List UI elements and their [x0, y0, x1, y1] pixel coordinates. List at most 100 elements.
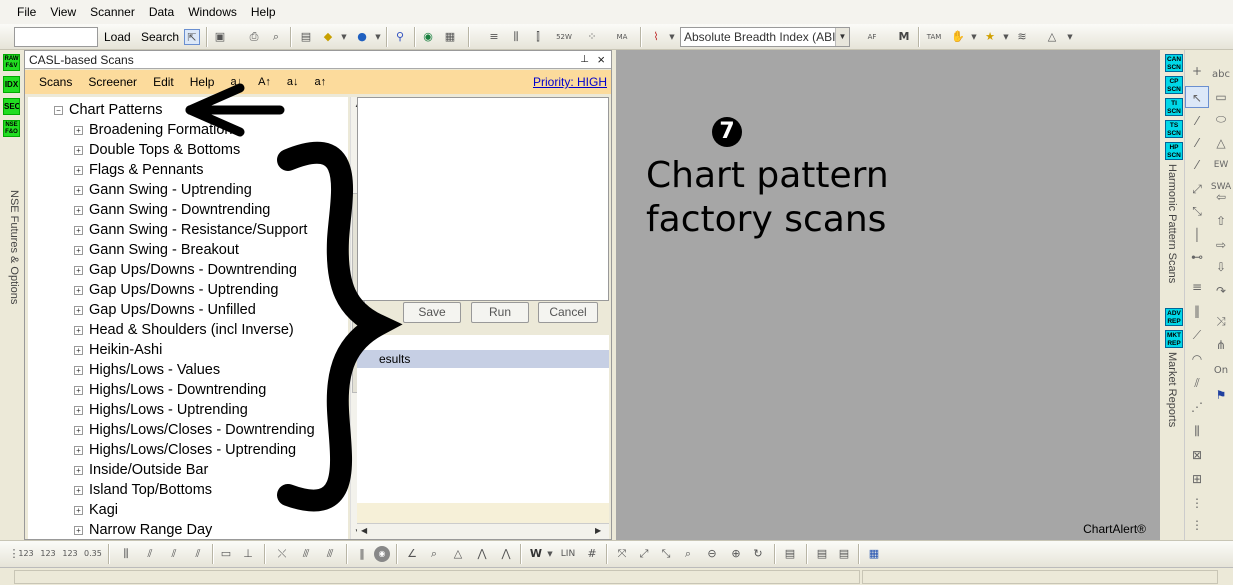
cancel-button[interactable]: Cancel [538, 302, 598, 323]
mkt-rep-button[interactable]: MKT REP [1165, 330, 1183, 348]
scale-log-icon[interactable]: 123 [40, 546, 56, 562]
hlc-icon[interactable]: ⫽ [190, 546, 206, 562]
adv-rep-button[interactable]: ADV REP [1165, 308, 1183, 326]
scroll-left-icon[interactable]: ◀ [361, 526, 367, 535]
on-toggle[interactable]: On [1209, 360, 1233, 382]
tree-item[interactable]: + Gann Swing - Breakout [74, 240, 239, 260]
panel-menu-edit[interactable]: Edit [145, 75, 182, 89]
vertical-lines-icon[interactable]: ‖ [1185, 300, 1209, 322]
ellipse-icon[interactable]: ⬭ [1209, 108, 1233, 130]
report-icon[interactable]: ▤ [836, 546, 852, 562]
scale-pct-icon[interactable]: 123 [62, 546, 78, 562]
menu-data[interactable]: Data [142, 0, 181, 24]
scroll-right-icon[interactable]: ▶ [595, 526, 601, 535]
nse-fo-button[interactable]: NSE F&O [3, 120, 20, 137]
results-hscrollbar[interactable]: ◀ ▶ [357, 523, 609, 539]
idx-button[interactable]: IDX [3, 76, 20, 93]
menu-windows[interactable]: Windows [181, 0, 244, 24]
triangle-tool-icon[interactable]: △ [1209, 132, 1233, 154]
diamond-icon[interactable]: ◆ [320, 29, 336, 45]
tree-root-chart-patterns[interactable]: − Chart Patterns [54, 100, 163, 120]
grid-toggle-icon[interactable]: # [584, 546, 600, 562]
arrow-right-icon[interactable]: ⇨ [1209, 234, 1233, 256]
pointer-icon[interactable]: ↖ [1185, 86, 1209, 108]
panel-menu-scans[interactable]: Scans [31, 75, 80, 89]
channel-icon[interactable]: ⤢ [1185, 178, 1209, 200]
font-down-icon[interactable]: a↓ [279, 76, 307, 88]
link-icon[interactable]: ⚲ [392, 29, 408, 45]
can-scn-button[interactable]: CAN SCN [1165, 54, 1183, 72]
save-button[interactable]: Save [403, 302, 461, 323]
scatter-icon[interactable]: ⁘ [584, 29, 600, 45]
chevron-down-icon[interactable]: ▼ [998, 29, 1014, 45]
zoom-icon[interactable]: ⌕ [680, 546, 696, 562]
tree-item[interactable]: + Highs/Lows - Downtrending [74, 380, 266, 400]
tree-item[interactable]: + Island Top/Bottoms [74, 480, 212, 500]
tree-item[interactable]: + Highs/Lows/Closes - Downtrending [74, 420, 315, 440]
hand-icon[interactable]: ✋ [950, 29, 966, 45]
expand-icon[interactable]: + [74, 525, 83, 535]
expand-icon[interactable]: + [74, 345, 83, 355]
fib-time-icon[interactable]: ⋮ [1185, 514, 1209, 536]
print-icon[interactable]: ⎙ [246, 29, 262, 45]
search-button[interactable]: Search [141, 30, 179, 44]
tree-item[interactable]: + Gann Swing - Downtrending [74, 200, 270, 220]
chevron-down-icon[interactable]: ▼ [966, 29, 982, 45]
ew-swa-icon[interactable]: EW SWA [1209, 154, 1233, 192]
chevron-down-icon[interactable]: ▼ [664, 29, 680, 45]
star-icon[interactable]: ★ [982, 29, 998, 45]
tree-item[interactable]: + Flags & Pennants [74, 160, 203, 180]
tree-item[interactable]: + Gap Ups/Downs - Uptrending [74, 280, 278, 300]
refresh-icon[interactable]: ↻ [750, 546, 766, 562]
line-icon[interactable]: ⫽ [166, 546, 182, 562]
tree-item[interactable]: + Kagi [74, 500, 118, 520]
chevron-down-icon[interactable]: ▼ [336, 29, 352, 45]
chart-zoom-icon[interactable]: ⌕ [426, 546, 442, 562]
expand-icon[interactable]: + [74, 265, 83, 275]
gann-fan-icon[interactable]: ⋰ [1185, 396, 1209, 418]
expand-icon[interactable]: + [74, 205, 83, 215]
indicator-select[interactable]: Absolute Breadth Index (ABI ▼ [680, 27, 850, 47]
close-icon[interactable]: × [597, 51, 605, 69]
help-circle-icon[interactable]: ◉ [374, 546, 390, 562]
menu-view[interactable]: View [43, 0, 83, 24]
shrink-icon[interactable]: ⤡ [658, 546, 674, 562]
bars-icon[interactable]: ⫼ [118, 546, 134, 562]
print-preview-icon[interactable]: ⌕ [268, 29, 284, 45]
results-list[interactable] [357, 368, 609, 503]
expand-icon[interactable]: + [74, 425, 83, 435]
abcd-icon[interactable]: ⤨ [1209, 310, 1233, 332]
load-button[interactable]: Load [104, 30, 131, 44]
notes-icon[interactable]: ▤ [782, 546, 798, 562]
arrow-left-icon[interactable]: ⇦ [1209, 186, 1233, 208]
tree-item[interactable]: + Double Tops & Bottoms [74, 140, 240, 160]
chevron-down-icon[interactable]: ▼ [835, 28, 849, 46]
indicator-icon[interactable]: ≡ [486, 29, 502, 45]
ti-scn-button[interactable]: TI SCN [1165, 98, 1183, 116]
panel-menu-screener[interactable]: Screener [80, 75, 145, 89]
crosshair-icon[interactable]: + [1185, 60, 1209, 82]
pointer-tool-icon[interactable]: ⇱ [184, 29, 200, 45]
expand-icon[interactable]: + [74, 405, 83, 415]
tree-item[interactable]: + Narrow Range Day [74, 520, 212, 539]
horizontal-lines-icon[interactable]: ≡ [1185, 276, 1209, 298]
zoom-out-icon[interactable]: ⊖ [704, 546, 720, 562]
crosshair-bottom-icon[interactable]: ⤬ [274, 546, 290, 562]
52w-hilo-icon[interactable]: 52W [556, 29, 572, 45]
bar-chart-icon[interactable]: ⫼ [508, 29, 524, 45]
cycles-icon[interactable]: ⫼ [1185, 420, 1209, 442]
abc-pattern-icon[interactable]: ⋀ [474, 546, 490, 562]
trendline-icon[interactable]: ⁄ [1185, 110, 1209, 132]
ma-icon[interactable]: MA [614, 29, 630, 45]
scan-editor[interactable] [357, 97, 609, 301]
pin-icon[interactable]: ⊥ [580, 51, 589, 69]
grid-icon[interactable]: ⊞ [1185, 468, 1209, 490]
sort-down-icon[interactable]: a↓ [222, 76, 250, 88]
expand-icon[interactable]: + [74, 285, 83, 295]
expand-icon[interactable]: + [74, 385, 83, 395]
sweep-icon[interactable]: ⫻ [298, 546, 314, 562]
rectangle-icon[interactable]: ▭ [1209, 86, 1233, 108]
chevron-down-icon[interactable]: ▼ [542, 546, 558, 562]
vertical-line-icon[interactable]: │ [1185, 224, 1209, 246]
tree-item[interactable]: + Broadening Formations [74, 120, 240, 140]
